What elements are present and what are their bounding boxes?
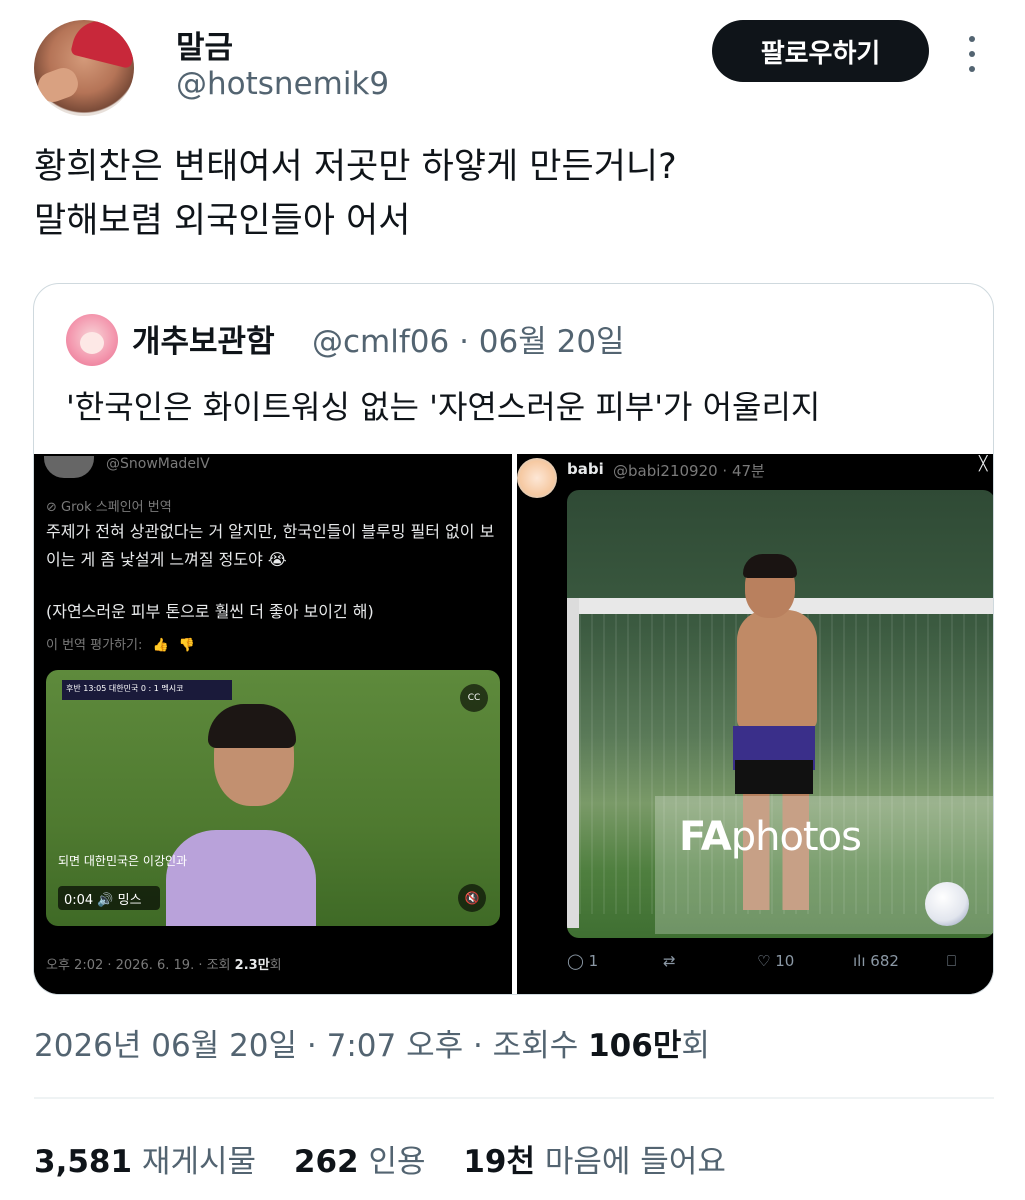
quoted-tweet-card[interactable]: 개추보관함 @cmlf06 · 06월 20일 '한국인은 화이트워싱 없는 '… [33,283,994,995]
score-bar: 후반 13:05 대한민국 0 : 1 멕시코 [62,680,232,700]
faphotos-watermark: FAphotos [679,814,862,860]
snowmade-avatar [44,456,94,478]
thumbs-down-icon: 👎 [178,638,196,653]
babi-avatar [517,458,557,498]
babi-meta: @babi210920 · 47분 [613,462,765,480]
tweet-timestamp: 2026년 06월 20일 · 7:07 오후 · 조회수 106만회 [34,1028,710,1064]
rate-translation: 이 번역 평가하기: 👍 👎 [46,638,196,653]
thumbs-up-icon: 👍 [152,638,169,653]
views-action: ılı 682 [853,952,899,970]
mute-icon: 🔇 [458,884,486,912]
babi-action-bar: ◯ 1 ⇄ ♡ 10 ılı 682 ⎕ [567,952,993,976]
quote-author-meta: @cmlf06 · 06월 20일 [312,324,625,360]
video-player[interactable]: 후반 13:05 대한민국 0 : 1 멕시코 CC 되면 대한민국은 이강인과… [46,670,500,926]
reply-icon: ◯ [567,952,584,970]
author-handle[interactable]: @hotsnemik9 [176,66,389,102]
likes-stat[interactable]: 19천 마음에 들어요 [463,1144,726,1180]
video-caption: 되면 대한민국은 이강인과 [58,854,188,868]
captions-icon: CC [460,684,488,712]
quote-author-avatar[interactable] [66,314,118,366]
quote-media[interactable]: @SnowMadeIV ⊘ Grok 스페인어 번역 주제가 전혀 상관없다는 … [34,454,993,994]
grok-translate-note: ⊘ Grok 스페인어 번역 [46,500,172,515]
tweet-line-2: 말해보렴 외국인들아 어서 [34,201,411,241]
quote-author-name[interactable]: 개추보관함 [132,316,275,361]
author-avatar[interactable] [34,20,134,116]
views-icon: ılı [853,952,866,970]
author-display-name[interactable]: 말금 [176,22,233,67]
snowmade-footer: 오후 2:02 · 2026. 6. 19. · 조회 2.3만회 [46,958,282,973]
hand-shape [34,64,82,106]
babi-name: babi [567,460,604,478]
follow-button[interactable]: 팔로우하기 [712,20,929,82]
media-left-screenshot[interactable]: @SnowMadeIV ⊘ Grok 스페인어 번역 주제가 전혀 상관없다는 … [34,454,512,994]
tweet-line-1: 황희찬은 변태여서 저곳만 하얗게 만든거니? [34,147,677,187]
player-figure [166,704,316,926]
heart-icon: ♡ [757,952,771,970]
reposts-stat[interactable]: 3,581 재게시물 [34,1144,256,1180]
cap-shape [70,20,134,69]
media-right-screenshot[interactable]: babi @babi210920 · 47분 ╳ FAphotos ◯ 1 ⇄ [517,454,993,994]
grok-icon: ⊘ [46,500,62,515]
x-logo-icon: ╳ [979,456,988,472]
more-options-icon[interactable] [962,36,982,72]
repost-action: ⇄ [663,952,676,970]
quotes-stat[interactable]: 262 인용 [294,1144,426,1180]
translation-text-1: 주제가 전혀 상관없다는 거 알지만, 한국인들이 블루밍 필터 없이 보이는 … [46,522,495,569]
translation-text-2: (자연스러운 피부 톤으로 훨씬 더 좋아 보이긴 해) [46,602,374,621]
video-timer: 0:04 🔊 밍스 [58,886,160,910]
like-action: ♡ 10 [757,952,795,970]
divider-line [34,1097,994,1099]
engagement-stats: 3,581 재게시물 262 인용 19천 마음에 들어요 [34,1136,726,1181]
tweet-text: 황희찬은 변태여서 저곳만 하얗게 만든거니? 말해보렴 외국인들아 어서 [34,140,994,248]
repost-icon: ⇄ [663,952,676,970]
snowmade-handle: @SnowMadeIV [106,456,210,472]
quote-text: '한국인은 화이트워싱 없는 '자연스러운 피부'가 어울리지 [66,388,821,426]
reply-action: ◯ 1 [567,952,599,970]
athlete-photo: FAphotos [567,490,993,938]
bookmark-icon: ⎕ [947,952,957,970]
